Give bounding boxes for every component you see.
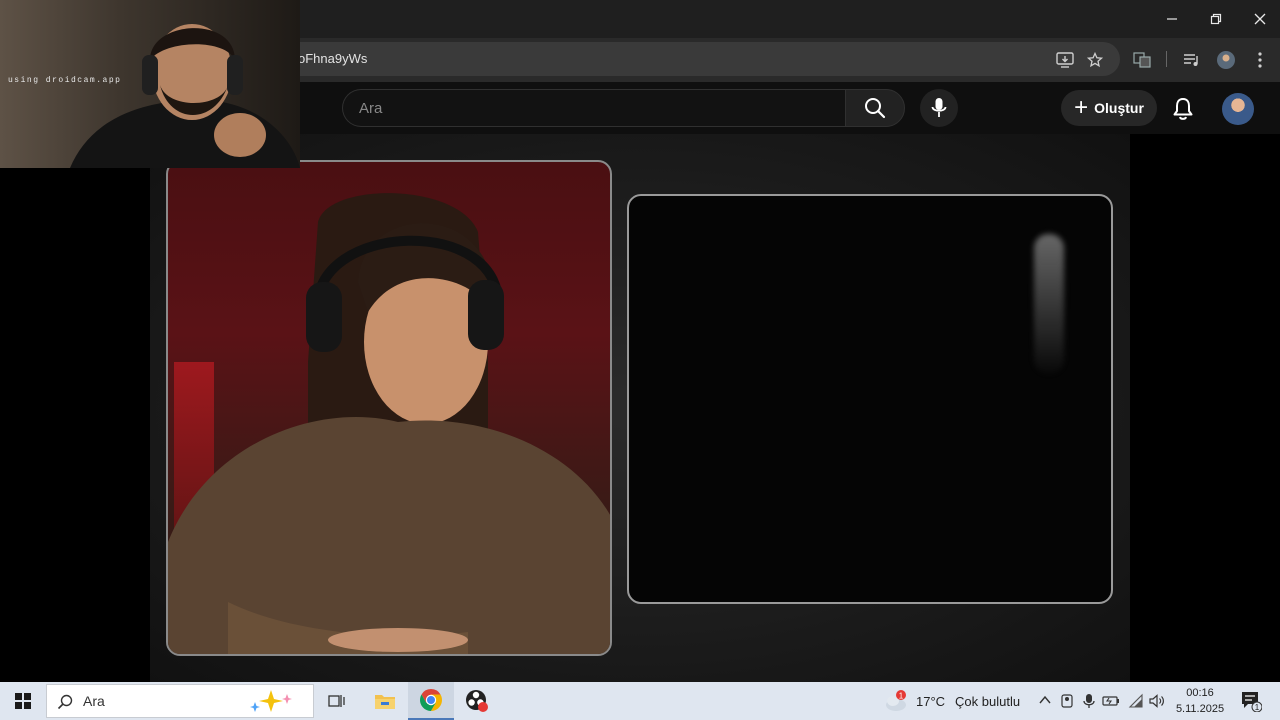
close-button[interactable] — [1238, 0, 1280, 38]
search-button[interactable] — [845, 89, 905, 127]
woman-with-headphones-image — [168, 193, 610, 654]
address-bar[interactable]: oFhna9yWs — [240, 42, 1120, 76]
weather-widget[interactable]: 1 17°C Çok bulutlu — [884, 682, 1020, 720]
create-label: Oluştur — [1094, 100, 1144, 116]
cloudy-weather-icon: 1 — [886, 690, 906, 711]
folder-icon — [375, 695, 395, 709]
taskbar-search-box[interactable]: Ara — [46, 684, 314, 718]
volume-tray-icon[interactable] — [1148, 693, 1166, 712]
webcam-overlay: using droidcam.app — [0, 0, 300, 168]
video-frame-right — [627, 194, 1113, 604]
obs-icon — [466, 690, 488, 712]
droidcam-watermark: using droidcam.app — [8, 76, 122, 85]
chrome-taskbar-button[interactable] — [408, 682, 454, 720]
dim-figure — [1034, 234, 1064, 374]
search-icon — [865, 98, 886, 119]
chevron-up-icon — [1039, 695, 1051, 704]
translate-icon[interactable] — [1128, 46, 1156, 74]
chrome-icon — [420, 689, 442, 711]
taskbar-search-label: Ara — [83, 693, 105, 709]
battery-tray-icon[interactable] — [1102, 693, 1120, 712]
minimize-icon — [1167, 18, 1177, 20]
microphone-icon — [931, 98, 947, 117]
windows-taskbar: Ara 1 17°C Çok bulutlu 00:16 5.11.2025 1 — [0, 682, 1280, 720]
plus-icon: + — [1074, 94, 1089, 121]
bookmark-star-icon[interactable] — [1081, 46, 1109, 74]
sparkle-icon — [250, 690, 292, 712]
microphone-tray-icon[interactable] — [1082, 693, 1096, 712]
task-view-button[interactable] — [314, 682, 360, 720]
install-app-icon[interactable] — [1051, 46, 1079, 74]
windows-logo-icon — [15, 693, 31, 709]
minimize-button[interactable] — [1150, 0, 1194, 38]
obs-taskbar-button[interactable] — [454, 682, 500, 720]
wifi-tray-icon[interactable] — [1128, 693, 1144, 712]
clock-date: 5.11.2025 — [1175, 703, 1225, 715]
notifications-button[interactable] — [1168, 94, 1198, 124]
bell-icon — [1173, 98, 1193, 120]
create-button[interactable]: + Oluştur — [1061, 90, 1157, 126]
system-clock[interactable]: 00:16 5.11.2025 — [1172, 685, 1228, 717]
camera-tray-icon[interactable] — [1060, 693, 1076, 712]
browser-menu-icon[interactable] — [1246, 46, 1274, 74]
restore-icon — [1210, 13, 1222, 25]
screen: oFhna9yWs + Oluştur — [0, 0, 1280, 720]
video-frame-left — [166, 160, 612, 656]
profile-avatar-small-icon[interactable] — [1212, 46, 1240, 74]
notification-center-button[interactable]: 1 — [1240, 690, 1263, 713]
search-box — [342, 89, 846, 127]
toolbar-divider — [1166, 51, 1167, 67]
restore-button[interactable] — [1194, 0, 1238, 38]
show-hidden-icons-button[interactable] — [1038, 693, 1052, 710]
url-text: oFhna9yWs — [298, 51, 368, 66]
weather-temperature: 17°C — [916, 693, 946, 709]
media-control-icon[interactable] — [1178, 46, 1206, 74]
search-icon — [57, 694, 73, 710]
clock-time: 00:16 — [1186, 687, 1214, 699]
search-input[interactable] — [359, 90, 829, 126]
notification-count: 1 — [1255, 703, 1260, 712]
notification-icon: 1 — [1242, 692, 1263, 713]
account-avatar[interactable] — [1222, 93, 1254, 125]
task-view-icon — [328, 695, 345, 707]
close-icon — [1254, 13, 1266, 25]
voice-search-button[interactable] — [920, 89, 958, 127]
weather-alert-badge: 1 — [899, 692, 904, 701]
file-explorer-button[interactable] — [362, 682, 408, 720]
start-button[interactable] — [0, 682, 46, 720]
weather-description: Çok bulutlu — [955, 693, 1021, 709]
